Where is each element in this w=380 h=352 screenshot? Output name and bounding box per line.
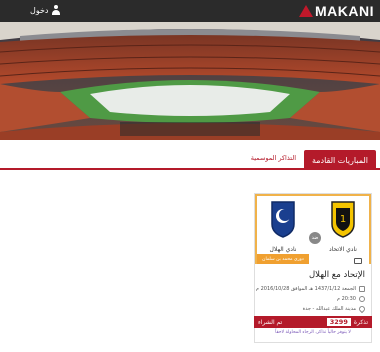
match-venue: مدينة الملك عبدالله - جدة — [302, 304, 367, 314]
ittihad-logo-icon: 1 — [331, 201, 355, 238]
vs-badge: ضد — [309, 232, 321, 244]
tab-season-tickets[interactable]: التذاكر الموسمية — [251, 154, 296, 162]
tabs-bar: المباريات القادمة التذاكر الموسمية — [0, 140, 380, 170]
calendar-icon — [359, 286, 365, 292]
away-team-name: نادي الهلال — [269, 246, 297, 253]
user-icon — [51, 5, 61, 15]
top-header: MAKANI دخول — [0, 0, 380, 22]
login-button[interactable]: دخول — [30, 5, 61, 15]
tv-icon — [354, 258, 362, 264]
svg-text:1: 1 — [340, 214, 346, 225]
availability-note: لا يتوفر حالياً تذاكر، الرجاء المحاولة ل… — [275, 330, 351, 335]
price-label: تذكرة — [353, 318, 368, 326]
tab-upcoming-matches[interactable]: المباريات القادمة — [304, 150, 376, 170]
teams-box: 1 نادي الاتحاد ضد نادي الهلال دوري محمد … — [255, 194, 371, 264]
alhilal-logo-icon — [271, 201, 295, 238]
price-group: 3299 تذكرة — [326, 318, 368, 326]
ticket-price: 3299 — [326, 318, 351, 326]
league-badge: دوري محمد بن سلمان — [257, 254, 309, 264]
match-date: الجمعة 1437/1/12 هـ الموافق 2016/10/28 م — [256, 286, 365, 292]
match-time-text: 20:30 م — [336, 296, 356, 302]
match-date-text: الجمعة 1437/1/12 هـ الموافق 2016/10/28 م — [255, 286, 356, 292]
away-team: نادي الهلال — [261, 200, 305, 253]
buy-ticket-bar[interactable]: تم الشراء 3299 تذكرة — [254, 316, 372, 328]
stadium-hero-image — [0, 22, 380, 140]
match-venue-text: مدينة الملك عبدالله - جدة — [302, 306, 356, 312]
match-title: الإتحاد مع الهلال — [308, 270, 365, 280]
login-label: دخول — [30, 5, 49, 15]
match-card[interactable]: 1 نادي الاتحاد ضد نادي الهلال دوري محمد … — [254, 193, 372, 343]
match-time: 20:30 م — [337, 296, 365, 302]
makani-logo[interactable]: MAKANI — [299, 3, 374, 19]
buy-label: تم الشراء — [258, 318, 283, 326]
clock-icon — [359, 296, 365, 302]
home-team-name: نادي الاتحاد — [329, 246, 357, 253]
location-icon — [357, 304, 367, 314]
logo-text: MAKANI — [315, 3, 374, 19]
home-team: 1 نادي الاتحاد — [321, 200, 365, 253]
logo-mark-icon — [299, 5, 313, 17]
